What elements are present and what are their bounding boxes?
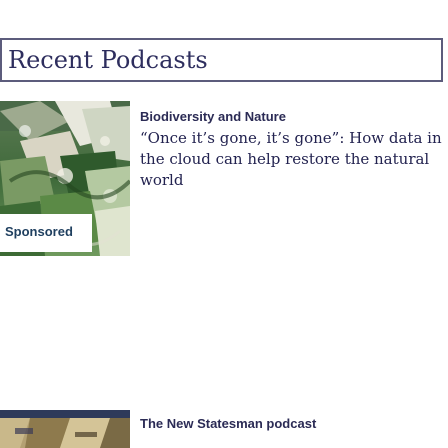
- nature-photo-thumbnail-icon[interactable]: Sponsored: [0, 101, 130, 256]
- podcast-category[interactable]: Biodiversity and Nature: [140, 108, 442, 125]
- recent-podcasts-header: Recent Podcasts: [0, 38, 443, 82]
- podcast-card-text: Biodiversity and Nature “Once it’s gone,…: [140, 108, 442, 191]
- recent-podcasts-page: Recent Podcasts Sponsored Biodiversity a…: [0, 0, 448, 448]
- podcast-card[interactable]: The New Statesman podcast: [0, 410, 448, 448]
- podcast-headline[interactable]: “Once it’s gone, it’s gone”: How data in…: [140, 128, 442, 191]
- podcast-thumbnail-icon[interactable]: [0, 410, 130, 448]
- sponsored-label: Sponsored: [5, 224, 73, 239]
- sponsored-badge: Sponsored: [0, 214, 92, 252]
- podcast-card[interactable]: Sponsored Biodiversity and Nature “Once …: [0, 101, 448, 256]
- podcast-category[interactable]: The New Statesman podcast: [140, 415, 316, 432]
- section-title: Recent Podcasts: [8, 46, 208, 74]
